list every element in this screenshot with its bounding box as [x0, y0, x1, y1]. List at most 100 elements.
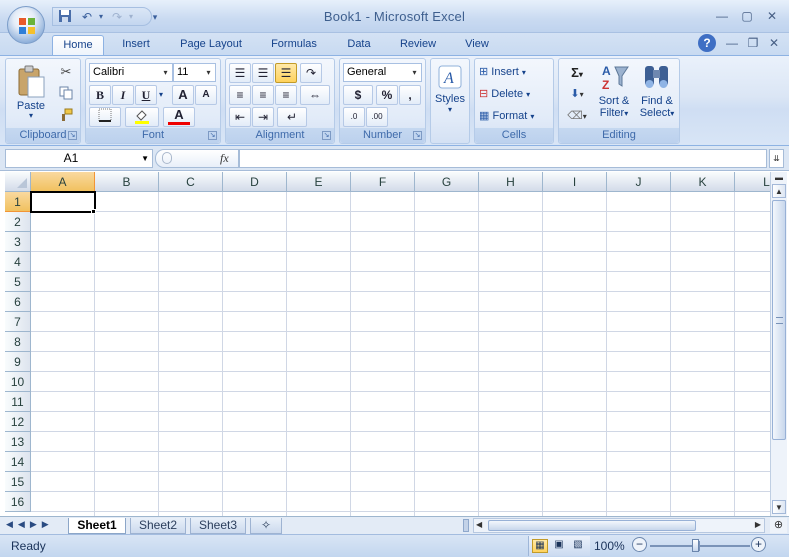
grow-font-button[interactable]: A — [172, 85, 194, 105]
font-name-combo[interactable]: Calibri ▾ — [89, 63, 173, 82]
wrap-text-button[interactable]: ↵ — [277, 107, 307, 127]
zoom-out-icon[interactable]: − — [632, 537, 647, 552]
font-launcher-icon[interactable]: ↘ — [208, 131, 217, 140]
formula-bar-resize-handle[interactable] — [162, 152, 172, 164]
close-icon[interactable]: ✕ — [761, 7, 783, 25]
column-header-k[interactable]: K — [671, 172, 735, 192]
find-select-button[interactable]: Find & Select▾ — [636, 61, 678, 127]
percent-button[interactable]: % — [376, 85, 398, 105]
scroll-right-icon[interactable]: ▶ — [755, 520, 761, 529]
redo-dropdown-icon[interactable]: ▾ — [122, 9, 140, 25]
maximize-icon[interactable]: ▢ — [736, 7, 758, 25]
tab-page-layout[interactable]: Page Layout — [172, 35, 250, 55]
name-box-dropdown-icon[interactable]: ▼ — [141, 150, 149, 167]
copy-icon[interactable] — [56, 85, 76, 103]
row-header-16[interactable]: 16 — [5, 492, 31, 512]
customize-qat-icon[interactable]: ▾ — [146, 9, 164, 25]
split-box[interactable]: ▬ — [773, 174, 785, 182]
first-sheet-icon[interactable]: ◀ — [6, 519, 18, 529]
column-header-b[interactable]: B — [95, 172, 159, 192]
center-button[interactable]: ≡ — [252, 85, 274, 105]
tab-insert[interactable]: Insert — [110, 35, 162, 55]
help-icon[interactable]: ? — [698, 34, 716, 52]
row-header-14[interactable]: 14 — [5, 452, 31, 472]
shrink-font-button[interactable]: A — [195, 85, 217, 105]
workbook-restore-icon[interactable]: ❐ — [742, 34, 764, 52]
zoom-slider[interactable] — [650, 539, 750, 552]
middle-align-button[interactable]: ☰ — [252, 63, 274, 83]
top-align-button[interactable]: ☰ — [229, 63, 251, 83]
column-header-g[interactable]: G — [415, 172, 479, 192]
column-header-l[interactable]: L — [735, 172, 770, 192]
formula-input[interactable] — [239, 149, 767, 168]
row-header-5[interactable]: 5 — [5, 272, 31, 292]
underline-button[interactable]: U — [135, 85, 157, 105]
row-header-7[interactable]: 7 — [5, 312, 31, 332]
vertical-scroll-thumb[interactable] — [772, 200, 786, 440]
worksheet-grid[interactable]: ABCDEFGHIJKL 1 2 3 4 5 6 7 8 9 10 11 12 13 14 15 16 — [5, 172, 770, 516]
tab-view[interactable]: View — [455, 35, 499, 55]
sheet-tab-sheet3[interactable]: Sheet3 — [190, 518, 246, 534]
increase-decimal-button[interactable]: .0 — [343, 107, 365, 127]
column-header-a[interactable]: A — [31, 172, 95, 192]
number-format-dropdown-icon[interactable]: ▾ — [408, 64, 421, 81]
insert-cells-button[interactable]: ⊞ Insert ▾ — [478, 63, 550, 82]
expand-formula-bar-icon[interactable]: ⇊ — [769, 149, 784, 168]
next-sheet-icon[interactable]: ▶ — [30, 519, 42, 529]
increase-indent-button[interactable]: ⇥ — [252, 107, 274, 127]
workbook-minimize-icon[interactable]: — — [721, 34, 743, 52]
horizontal-scroll-thumb[interactable] — [488, 520, 696, 531]
row-header-6[interactable]: 6 — [5, 292, 31, 312]
font-size-dropdown-icon[interactable]: ▾ — [202, 64, 215, 81]
page-layout-view-icon[interactable]: ▣ — [551, 539, 567, 553]
row-header-1[interactable]: 1 — [5, 192, 31, 212]
tab-formulas[interactable]: Formulas — [262, 35, 326, 55]
fill-button[interactable]: ⬇▾ — [562, 85, 592, 104]
row-header-11[interactable]: 11 — [5, 392, 31, 412]
delete-cells-button[interactable]: ⊟ Delete ▾ — [478, 85, 550, 104]
zoom-slider-thumb[interactable] — [692, 539, 699, 552]
name-box[interactable]: A1 ▼ — [5, 149, 153, 168]
format-painter-icon[interactable] — [56, 107, 76, 125]
row-header-12[interactable]: 12 — [5, 412, 31, 432]
font-color-button[interactable]: A — [163, 107, 195, 127]
merge-center-button[interactable]: ⇔ — [300, 85, 330, 105]
row-header-13[interactable]: 13 — [5, 432, 31, 452]
decrease-decimal-button[interactable]: .00 — [366, 107, 388, 127]
number-format-combo[interactable]: General ▾ — [343, 63, 422, 82]
column-header-c[interactable]: C — [159, 172, 223, 192]
italic-button[interactable]: I — [112, 85, 134, 105]
workbook-close-icon[interactable]: ✕ — [763, 34, 785, 52]
bold-button[interactable]: B — [89, 85, 111, 105]
sheet-navigation[interactable]: ◀◀▶▶ — [6, 519, 66, 530]
clear-button[interactable]: ⌫▾ — [562, 107, 592, 126]
tab-split-handle[interactable] — [463, 519, 469, 532]
underline-dropdown-icon[interactable]: ▾ — [156, 89, 166, 100]
clipboard-launcher-icon[interactable]: ↘ — [68, 131, 77, 140]
normal-view-icon[interactable]: ▦ — [532, 539, 548, 553]
font-size-combo[interactable]: 11 ▾ — [173, 63, 216, 82]
zoom-level[interactable]: 100% — [594, 539, 625, 553]
row-header-2[interactable]: 2 — [5, 212, 31, 232]
scroll-up-icon[interactable]: ▲ — [772, 184, 786, 198]
styles-button[interactable]: A Styles ▾ — [433, 63, 467, 125]
vertical-scrollbar[interactable]: ▬ ▲ ▼ — [770, 172, 787, 517]
horizontal-scrollbar[interactable]: ◀ ▶ — [473, 518, 765, 533]
column-header-h[interactable]: H — [479, 172, 543, 192]
number-launcher-icon[interactable]: ↘ — [413, 131, 422, 140]
format-cells-button[interactable]: ▦ Format ▾ — [478, 107, 550, 126]
tab-data[interactable]: Data — [338, 35, 380, 55]
select-all-button[interactable] — [5, 172, 31, 192]
currency-button[interactable]: $ — [343, 85, 373, 105]
tab-home[interactable]: Home — [52, 35, 104, 55]
scroll-left-icon[interactable]: ◀ — [476, 520, 482, 529]
tab-review[interactable]: Review — [392, 35, 444, 55]
column-header-d[interactable]: D — [223, 172, 287, 192]
alignment-launcher-icon[interactable]: ↘ — [322, 131, 331, 140]
office-button[interactable] — [7, 6, 45, 44]
save-icon[interactable] — [56, 9, 74, 25]
autosum-button[interactable]: Σ▾ — [562, 63, 592, 82]
prev-sheet-icon[interactable]: ◀ — [18, 519, 30, 529]
borders-button[interactable] — [89, 107, 121, 127]
align-left-button[interactable]: ≡ — [229, 85, 251, 105]
